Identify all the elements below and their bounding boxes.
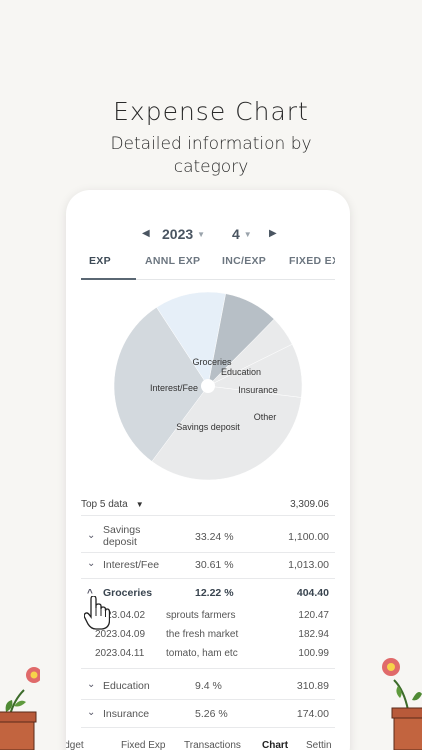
nav-fixed-exp[interactable]: Fixed Exp — [121, 740, 165, 750]
tab-fixed-exp[interactable]: FIXED EX — [289, 255, 335, 267]
category-row-insurance[interactable]: ⌄ Insurance 5.26 % 174.00 — [81, 707, 335, 723]
tab-exp[interactable]: EXP — [89, 255, 111, 267]
transaction-amount: 100.99 — [298, 648, 329, 659]
divider — [81, 515, 335, 516]
expense-pie-chart: Savings deposit Interest/Fee GroceriesEduc… — [113, 291, 303, 481]
category-amount: 174.00 — [296, 708, 329, 720]
promo-subtitle: Detailed information by category — [60, 133, 362, 179]
hand-pointer-icon — [84, 596, 110, 630]
transaction-amount: 120.47 — [298, 610, 329, 621]
category-name: Education — [103, 680, 150, 692]
chevron-down-icon[interactable]: ⌄ — [87, 679, 95, 690]
category-name-line2: deposit — [103, 536, 137, 548]
top-data-bar: Top 5 data ▼ 3,309.06 — [81, 495, 335, 515]
tab-bar: EXP ANNL EXP INC/EXP FIXED EX — [81, 248, 335, 280]
pie-label-education: Education — [221, 367, 261, 377]
promo-subtitle-line1: Detailed information by — [110, 134, 312, 154]
promo-subtitle-line2: category — [173, 157, 249, 177]
category-amount: 1,100.00 — [288, 531, 329, 543]
phone-frame: ◀ 2023 ▼ 4 ▼ ▶ EXP ANNL EXP INC/EXP FIXED … — [66, 190, 350, 750]
divider — [81, 699, 335, 700]
pie-label-other: Other — [254, 412, 277, 422]
pie-label-savings-deposit: Savings deposit — [176, 422, 240, 432]
category-name: Savings deposit — [103, 524, 140, 548]
transaction-memo: sprouts farmers — [166, 610, 236, 621]
category-percent: 9.4 % — [195, 680, 222, 692]
month-dropdown[interactable]: 4 ▼ — [232, 226, 252, 242]
pie-label-insurance: Insurance — [238, 385, 278, 395]
year-caret-icon: ▼ — [197, 230, 206, 239]
category-amount: 310.89 — [296, 680, 329, 692]
category-row-groceries[interactable]: ^ Groceries 12.22 % 404.40 — [81, 586, 335, 602]
pie-label-interest-fee: Interest/Fee — [150, 383, 198, 393]
nav-budget[interactable]: Budget — [66, 740, 84, 750]
tab-inc-exp[interactable]: INC/EXP — [222, 255, 266, 267]
month-value: 4 — [232, 226, 240, 242]
chevron-left-icon[interactable]: ◀ — [142, 228, 150, 239]
active-tab-indicator — [81, 278, 136, 280]
category-percent: 12.22 % — [195, 587, 234, 599]
divider — [81, 668, 335, 669]
category-amount: 404.40 — [296, 587, 329, 599]
category-percent: 30.61 % — [195, 559, 234, 571]
year-dropdown[interactable]: 2023 ▼ — [162, 226, 205, 242]
divider — [81, 578, 335, 579]
top-data-total: 3,309.06 — [290, 499, 329, 510]
chevron-down-icon[interactable]: ⌄ — [87, 530, 95, 541]
category-name-line1: Savings — [103, 524, 141, 536]
top-data-label: Top 5 data — [81, 499, 128, 510]
dropdown-triangle-icon: ▼ — [135, 500, 144, 509]
divider — [81, 727, 335, 728]
tab-annual-exp[interactable]: ANNL EXP — [145, 255, 200, 267]
nav-chart[interactable]: Chart — [262, 740, 288, 750]
category-name: Groceries — [103, 587, 153, 599]
category-amount: 1,013.00 — [288, 559, 329, 571]
chevron-down-icon[interactable]: ⌄ — [87, 558, 95, 569]
nav-settings[interactable]: Settin — [306, 740, 332, 750]
divider — [81, 552, 335, 553]
promo-title: Expense Chart — [113, 97, 309, 126]
pie-center-hole — [201, 379, 215, 393]
category-row-savings[interactable]: ⌄ Savings deposit 33.24 % 1,100.00 — [81, 524, 335, 548]
plant-pot-right — [382, 658, 422, 750]
year-value: 2023 — [162, 226, 194, 242]
category-name: Interest/Fee — [103, 559, 160, 571]
transaction-date: 2023.04.11 — [95, 648, 145, 659]
transaction-memo: tomato, ham etc — [166, 648, 238, 659]
chevron-down-icon[interactable]: ⌄ — [87, 707, 95, 718]
month-caret-icon: ▼ — [243, 230, 252, 239]
category-row-interest-fee[interactable]: ⌄ Interest/Fee 30.61 % 1,013.00 — [81, 558, 335, 574]
bottom-nav: Budget Fixed Exp Transactions Chart Sett… — [66, 740, 350, 750]
top-data-dropdown[interactable]: Top 5 data ▼ — [81, 499, 144, 510]
category-percent: 5.26 % — [195, 708, 228, 720]
nav-transactions[interactable]: Transactions — [184, 740, 241, 750]
period-selector: ◀ 2023 ▼ 4 ▼ ▶ — [66, 226, 350, 246]
transaction-date: 2023.04.09 — [95, 629, 146, 640]
category-percent: 33.24 % — [195, 531, 234, 543]
pie-label-groceries: Groceries — [192, 357, 232, 367]
transaction-amount: 182.94 — [298, 629, 329, 640]
category-name: Insurance — [103, 708, 150, 720]
plant-pot-left — [0, 667, 40, 750]
transaction-memo: the fresh market — [166, 629, 239, 640]
chevron-right-icon[interactable]: ▶ — [269, 228, 277, 239]
category-row-education[interactable]: ⌄ Education 9.4 % 310.89 — [81, 679, 335, 695]
